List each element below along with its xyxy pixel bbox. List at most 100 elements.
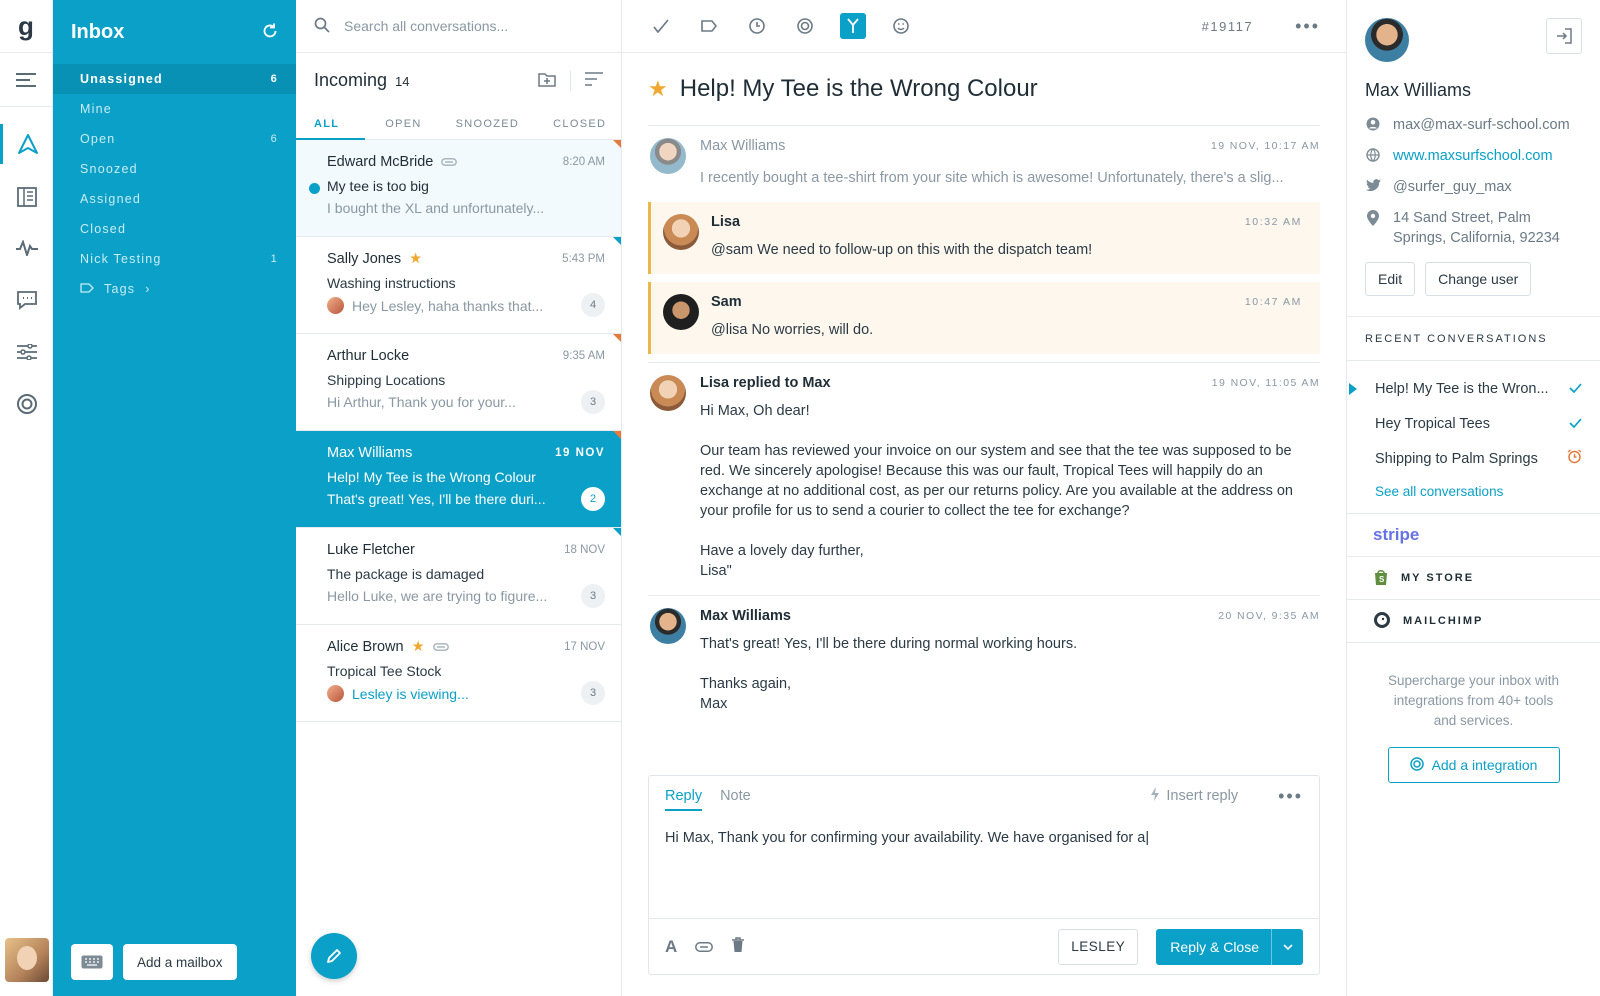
insert-reply-label: Insert reply bbox=[1166, 788, 1239, 804]
attachment-icon bbox=[441, 154, 458, 170]
message-body: @lisa No worries, will do. bbox=[711, 322, 874, 338]
unread-dot bbox=[309, 183, 320, 194]
tab-reply[interactable]: Reply bbox=[665, 778, 703, 814]
reply-close-button[interactable]: Reply & Close bbox=[1156, 928, 1303, 965]
menu-icon[interactable] bbox=[0, 53, 52, 107]
conversation-item[interactable]: Arthur Locke 9:35 AM Shipping Locations H… bbox=[296, 334, 621, 431]
agent-avatar bbox=[650, 375, 686, 411]
reply-textarea[interactable]: Hi Max, Thank you for confirming your av… bbox=[649, 816, 1319, 914]
keyboard-shortcuts-button[interactable] bbox=[71, 944, 113, 980]
star-icon[interactable]: ★ bbox=[648, 76, 668, 102]
folder-assigned[interactable]: Assigned bbox=[53, 184, 296, 214]
conversation-item[interactable]: Sally Jones ★ 5:43 PM Washing instructions… bbox=[296, 237, 621, 334]
assignee-button[interactable]: LESLEY bbox=[1058, 928, 1139, 965]
activity-icon[interactable] bbox=[0, 228, 53, 268]
conversation-item[interactable]: Edward McBride 8:20 AM My tee is too big … bbox=[296, 140, 621, 237]
more-options-icon[interactable]: ••• bbox=[1295, 16, 1320, 37]
message: Max Williams 20 NOV, 9:35 AM That's great… bbox=[648, 595, 1320, 728]
message-body: @sam We need to follow-up on this with t… bbox=[711, 242, 1093, 258]
divider bbox=[570, 70, 571, 91]
folder-unassigned[interactable]: Unassigned 6 bbox=[53, 64, 296, 94]
edit-customer-button[interactable]: Edit bbox=[1365, 262, 1416, 296]
integration-my-store[interactable]: S MY STORE bbox=[1347, 557, 1600, 600]
close-conversation-check-icon[interactable] bbox=[648, 13, 674, 39]
recent-conversation-item[interactable]: Help! My Tee is the Wron... bbox=[1347, 371, 1600, 406]
address-line: 14 Sand Street, Palm bbox=[1393, 210, 1531, 226]
check-icon bbox=[1569, 381, 1582, 397]
message-count-badge: 3 bbox=[581, 681, 605, 705]
integration-stripe[interactable]: stripe bbox=[1347, 514, 1600, 557]
search-input[interactable] bbox=[344, 18, 594, 34]
book-icon[interactable] bbox=[0, 177, 53, 217]
sliders-icon[interactable] bbox=[0, 332, 53, 372]
customer-website-row[interactable]: www.maxsurfschool.com bbox=[1365, 146, 1582, 166]
help-icon[interactable] bbox=[0, 384, 53, 424]
reply-close-label: Reply & Close bbox=[1170, 938, 1259, 955]
text-format-icon[interactable]: A bbox=[665, 937, 677, 957]
customer-name: Max Williams bbox=[1365, 80, 1471, 100]
mailbox-sidebar: Inbox Unassigned 6 Mine Open 6 Snoozed Ass… bbox=[53, 0, 296, 996]
message-time: 10:47 AM bbox=[1244, 296, 1302, 308]
customer-website-link: www.maxsurfschool.com bbox=[1393, 148, 1553, 164]
conversation-item[interactable]: Alice Brown ★ 17 NOV Tropical Tee Stock Le… bbox=[296, 528, 621, 722]
merge-icon[interactable] bbox=[840, 13, 866, 39]
conversation-item-selected[interactable]: Max Williams 19 NOV Help! My Tee is the W… bbox=[296, 431, 621, 528]
attachment-icon[interactable] bbox=[695, 939, 714, 955]
message-count-badge: 3 bbox=[581, 390, 605, 414]
insert-reply-button[interactable]: Insert reply bbox=[1150, 787, 1238, 805]
trash-icon[interactable] bbox=[731, 937, 745, 956]
message-body: I recently bought a tee-shirt from your … bbox=[700, 170, 1284, 186]
user-avatar[interactable] bbox=[5, 938, 49, 982]
chat-icon[interactable] bbox=[0, 280, 53, 320]
tab-open[interactable]: OPEN bbox=[365, 108, 443, 139]
message-author: Lisa bbox=[711, 214, 741, 230]
tab-closed[interactable]: CLOSED bbox=[541, 108, 618, 139]
refresh-icon[interactable] bbox=[262, 23, 278, 42]
folder-nick-testing[interactable]: Nick Testing 1 bbox=[53, 244, 296, 274]
sort-icon[interactable] bbox=[585, 72, 603, 89]
message-collapsed[interactable]: Max Williams 19 NOV, 10:17 AM I recently … bbox=[648, 125, 1320, 202]
folder-open[interactable]: Open 6 bbox=[53, 124, 296, 154]
alarm-icon bbox=[1567, 449, 1582, 468]
change-user-button[interactable]: Change user bbox=[1425, 262, 1532, 296]
compose-button[interactable] bbox=[311, 933, 357, 979]
tab-note[interactable]: Note bbox=[720, 788, 751, 804]
emoji-icon[interactable] bbox=[888, 13, 914, 39]
folder-label: Snoozed bbox=[80, 162, 138, 176]
internal-note: Sam 10:47 AM @lisa No worries, will do. bbox=[648, 282, 1320, 354]
add-integration-button[interactable]: Add a integration bbox=[1387, 747, 1560, 783]
folder-label: Open bbox=[80, 132, 116, 146]
label-icon[interactable] bbox=[696, 13, 722, 39]
see-all-conversations-link[interactable]: See all conversations bbox=[1347, 476, 1600, 499]
message-body: That's great! Yes, I'll be there during … bbox=[700, 634, 1320, 714]
message-time: 20 NOV, 9:35 AM bbox=[1218, 610, 1320, 622]
folder-tags[interactable]: Tags › bbox=[53, 274, 296, 304]
tab-snoozed[interactable]: SNOOZED bbox=[444, 108, 542, 139]
snooze-clock-icon[interactable] bbox=[744, 13, 770, 39]
conversation-preview: Hey Lesley, haha thanks that... bbox=[327, 297, 567, 314]
exit-icon[interactable] bbox=[1546, 18, 1582, 54]
app-rail: g bbox=[0, 0, 53, 996]
customer-avatar bbox=[650, 608, 686, 644]
folder-mine[interactable]: Mine bbox=[53, 94, 296, 124]
recent-conversations-heading: RECENT CONVERSATIONS bbox=[1347, 317, 1600, 361]
integration-mailchimp[interactable]: MAILCHIMP bbox=[1347, 600, 1600, 643]
customer-twitter: @surfer_guy_max bbox=[1393, 179, 1512, 195]
tab-all[interactable]: ALL bbox=[296, 108, 366, 140]
add-mailbox-button[interactable]: Add a mailbox bbox=[123, 944, 237, 980]
send-icon[interactable] bbox=[0, 124, 53, 164]
customer-avatar bbox=[1365, 18, 1409, 62]
chevron-down-icon[interactable] bbox=[1271, 928, 1303, 965]
conversation-view: #19117 ••• ★ Help! My Tee is the Wrong C… bbox=[622, 0, 1346, 996]
folder-snoozed[interactable]: Snoozed bbox=[53, 154, 296, 184]
integration-icon[interactable] bbox=[792, 13, 818, 39]
composer-more-icon[interactable]: ••• bbox=[1278, 786, 1303, 807]
recent-conversation-item[interactable]: Hey Tropical Tees bbox=[1347, 406, 1600, 441]
add-to-folder-icon[interactable] bbox=[538, 71, 556, 90]
conversation-item[interactable]: Luke Fletcher 18 NOV The package is damag… bbox=[296, 528, 621, 625]
conversation-list: Incoming 14 ALL OPEN SNOOZED CLOSED Edwar… bbox=[296, 0, 622, 996]
attachment-icon bbox=[432, 639, 449, 655]
folder-closed[interactable]: Closed bbox=[53, 214, 296, 244]
app-logo[interactable]: g bbox=[0, 0, 52, 53]
recent-conversation-item[interactable]: Shipping to Palm Springs bbox=[1347, 441, 1600, 476]
